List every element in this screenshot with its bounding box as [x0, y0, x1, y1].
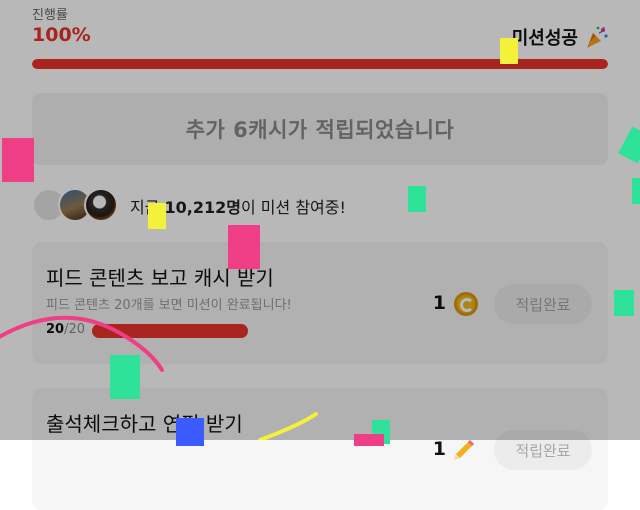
confetti-ribbon [0, 315, 318, 440]
task-reward-amount: 1 [432, 438, 446, 460]
mission-page: 진행률 100% 미션성공 추가 6캐시가 적립되었습니다 지금 10,212명… [0, 0, 640, 510]
pencil-icon [454, 440, 474, 460]
